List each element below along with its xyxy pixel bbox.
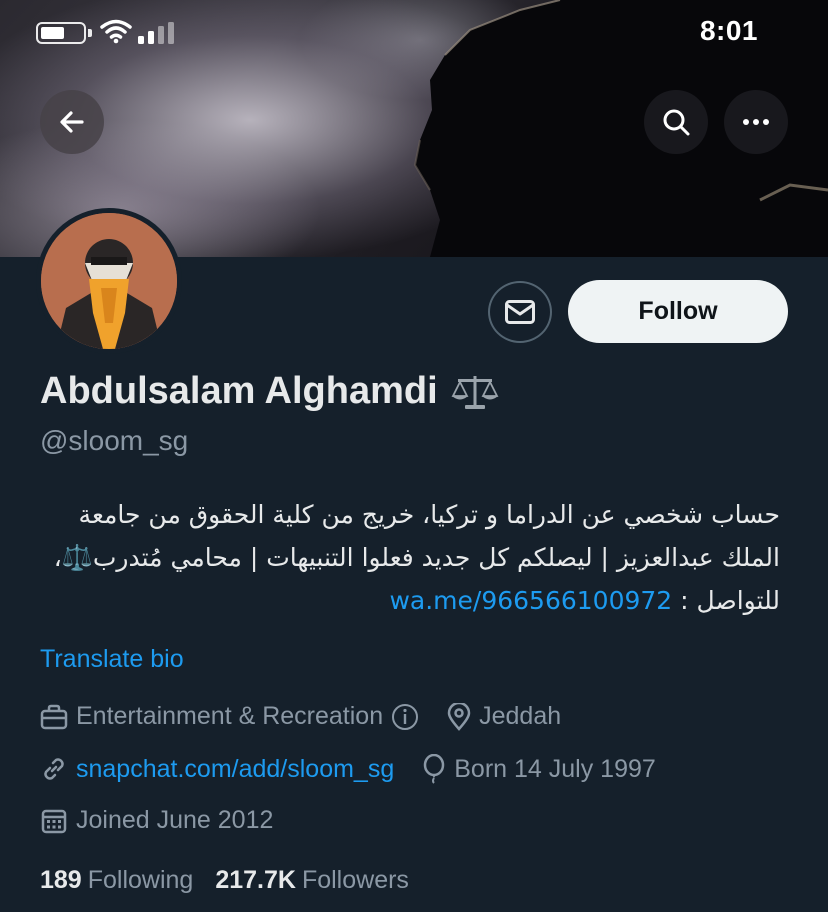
meta-row-2: snapchat.com/add/sloom_sg Born 14 July 1…	[40, 754, 684, 784]
meta-row-1: Entertainment & Recreation Jeddah	[40, 702, 589, 731]
avatar-image	[41, 213, 177, 349]
more-button[interactable]	[724, 90, 788, 154]
website-item: snapchat.com/add/sloom_sg	[40, 755, 394, 784]
following-label: Following	[87, 866, 194, 894]
birthday-item: Born 14 July 1997	[422, 754, 656, 784]
status-bar: 8:01	[0, 0, 828, 64]
category-label: Entertainment & Recreation	[76, 702, 384, 730]
search-button[interactable]	[644, 90, 708, 154]
location-label: Jeddah	[479, 702, 562, 730]
briefcase-icon	[40, 704, 68, 729]
battery-icon	[36, 22, 86, 44]
handle: @sloom_sg	[40, 425, 189, 456]
status-time: 8:01	[699, 15, 758, 46]
info-icon[interactable]	[391, 703, 419, 731]
follow-button[interactable]: Follow	[568, 280, 788, 343]
arrow-left-icon	[60, 111, 84, 133]
calendar-icon	[41, 809, 67, 833]
display-name-text: Abdulsalam Alghamdi	[40, 370, 438, 412]
category-item: Entertainment & Recreation	[40, 702, 419, 731]
avatar[interactable]	[36, 208, 182, 354]
back-button[interactable]	[40, 90, 104, 154]
link-icon	[44, 758, 64, 780]
display-name: Abdulsalam Alghamdi	[40, 370, 500, 413]
joined-label: Joined June 2012	[76, 806, 274, 834]
location-pin-icon	[447, 702, 471, 731]
battery-tip	[88, 29, 92, 37]
meta-row-3: Joined June 2012	[40, 806, 301, 835]
search-icon	[663, 109, 690, 136]
message-button[interactable]	[488, 281, 552, 343]
following-stat[interactable]: 189 Following	[40, 866, 193, 895]
followers-stat[interactable]: 217.7K Followers	[215, 866, 409, 895]
birthday-label: Born 14 July 1997	[454, 754, 656, 783]
bio-link[interactable]: wa.me/966566100972	[389, 586, 672, 615]
envelope-icon	[505, 300, 535, 324]
more-horizontal-icon	[743, 119, 769, 125]
location-item: Jeddah	[447, 702, 561, 731]
translate-bio-link[interactable]: Translate bio	[40, 645, 184, 674]
follow-stats: 189 Following 217.7K Followers	[40, 866, 409, 895]
bio: حساب شخصي عن الدراما و تركيا، خريج من كل…	[40, 493, 780, 622]
wifi-icon	[100, 19, 132, 44]
following-count: 189	[40, 866, 82, 894]
website-link[interactable]: snapchat.com/add/sloom_sg	[76, 755, 394, 784]
scales-icon	[451, 375, 499, 409]
balloon-icon	[424, 754, 445, 784]
cellular-signal-icon	[138, 22, 174, 44]
followers-count: 217.7K	[215, 866, 296, 894]
followers-label: Followers	[301, 866, 409, 894]
battery-level	[41, 27, 64, 39]
joined-item: Joined June 2012	[40, 806, 273, 835]
